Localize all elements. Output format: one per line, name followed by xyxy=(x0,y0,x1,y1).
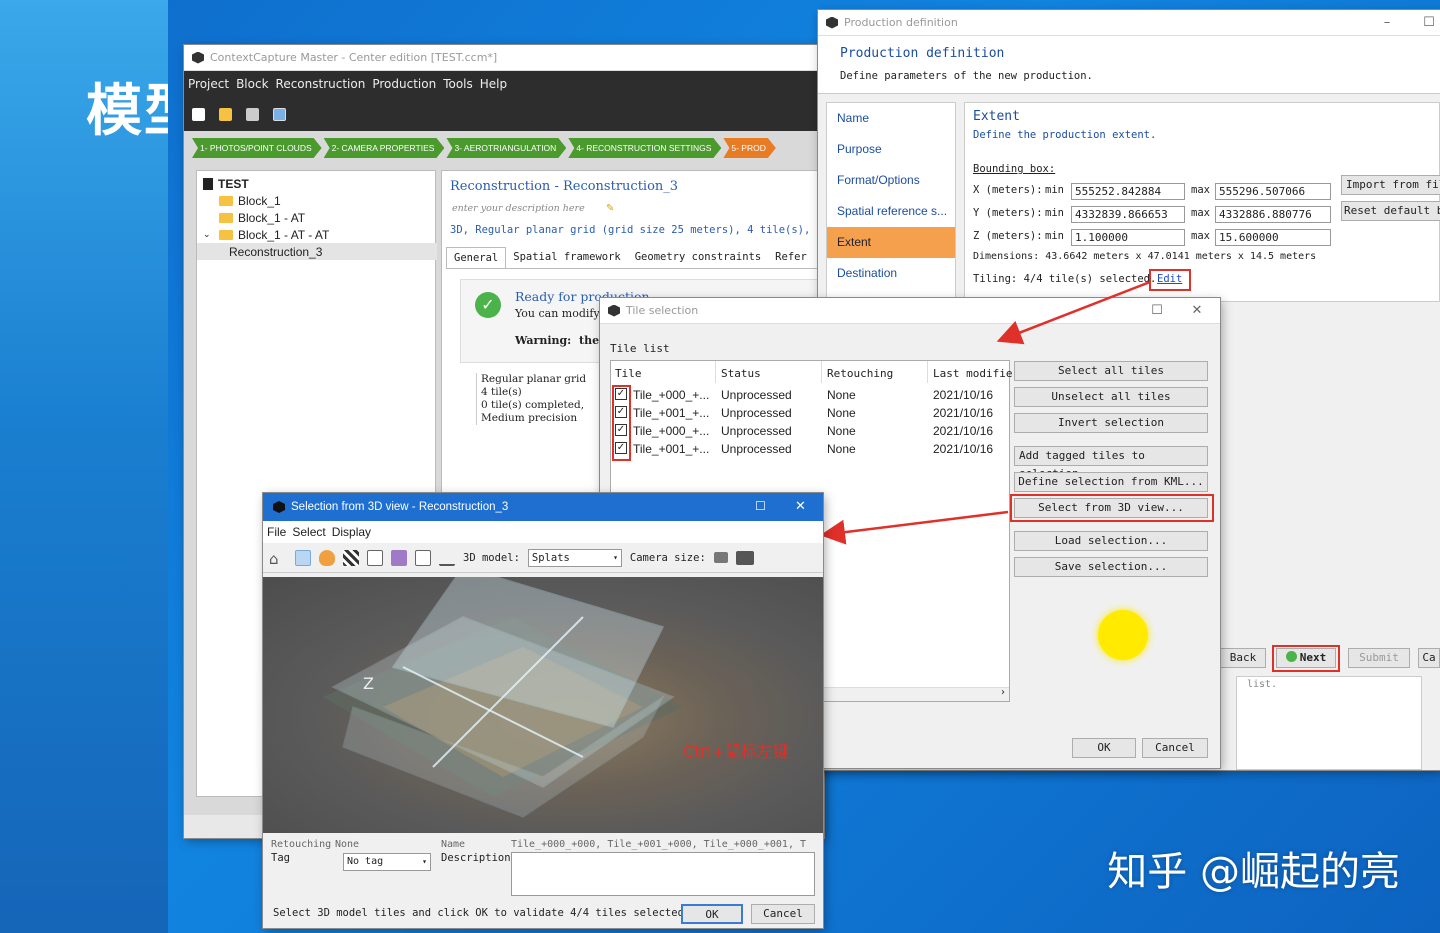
description-label: Description xyxy=(441,852,511,864)
maximize-icon[interactable]: ☐ xyxy=(755,499,766,513)
view3d-menubar: File Select Display xyxy=(263,521,823,543)
view3d-ok-button[interactable]: OK xyxy=(681,904,743,924)
menu-select[interactable]: Select xyxy=(292,525,325,539)
arrow-edit-to-tiles xyxy=(996,280,1151,345)
close-icon[interactable]: ✕ xyxy=(795,498,806,514)
orbit-icon[interactable] xyxy=(295,549,311,566)
ctrl-click-annotation: Ctrl+鼠标左键 xyxy=(683,742,789,761)
retouching-label: Retouching xyxy=(271,839,332,850)
view3d-titlebar: Selection from 3D view - Reconstruction_… xyxy=(263,493,823,521)
name-label: Name xyxy=(441,839,466,850)
pan-hand-icon[interactable] xyxy=(319,549,335,566)
arrow-button-to-3d xyxy=(820,510,1009,545)
chevron-down-icon: ▾ xyxy=(613,552,618,562)
camera-size-label: Camera size: xyxy=(629,551,706,564)
home-icon[interactable]: ⌂ xyxy=(269,550,287,568)
chevron-down-icon: ▾ xyxy=(422,857,427,866)
tag-select[interactable]: No tag ▾ xyxy=(343,853,431,871)
3d-viewport[interactable]: Z Ctrl+鼠标左键 xyxy=(263,577,823,833)
ruler-icon[interactable] xyxy=(439,550,455,566)
selection-3d-view-window: Selection from 3D view - Reconstruction_… xyxy=(263,493,823,928)
view3d-toolbar: ⌂ 3D model: Splats ▾ Camera size: xyxy=(263,543,823,573)
view3d-title: Selection from 3D view - Reconstruction_… xyxy=(291,501,509,513)
checker-icon[interactable] xyxy=(343,549,359,566)
app-logo-icon xyxy=(273,501,285,513)
camera-small-icon[interactable] xyxy=(713,552,728,563)
grid-icon[interactable] xyxy=(415,549,431,566)
model-label: 3D model: xyxy=(463,551,520,564)
tag-label: Tag xyxy=(271,852,290,864)
camera-large-icon[interactable] xyxy=(735,550,754,565)
view3d-status: Select 3D model tiles and click OK to va… xyxy=(273,907,684,919)
view3d-footer: Retouching None Tag No tag ▾ Name Tile_+0… xyxy=(263,833,823,928)
point-cloud-render: Z Ctrl+鼠标左键 xyxy=(323,577,789,818)
menu-display[interactable]: Display xyxy=(332,525,371,539)
menu-file[interactable]: File xyxy=(267,525,286,539)
view3d-cancel-button[interactable]: Cancel xyxy=(751,904,815,924)
retouching-value: None xyxy=(335,839,360,850)
model-select[interactable]: Splats ▾ xyxy=(527,548,622,567)
watermark: 知乎 @崛起的亮 xyxy=(1107,849,1400,895)
name-value: Tile_+000_+000, Tile_+001_+000, Tile_+00… xyxy=(511,839,807,850)
eraser-icon[interactable] xyxy=(391,549,407,566)
axis-z-label: Z xyxy=(363,674,374,693)
description-input[interactable] xyxy=(511,852,815,896)
frame-icon[interactable] xyxy=(367,549,383,566)
